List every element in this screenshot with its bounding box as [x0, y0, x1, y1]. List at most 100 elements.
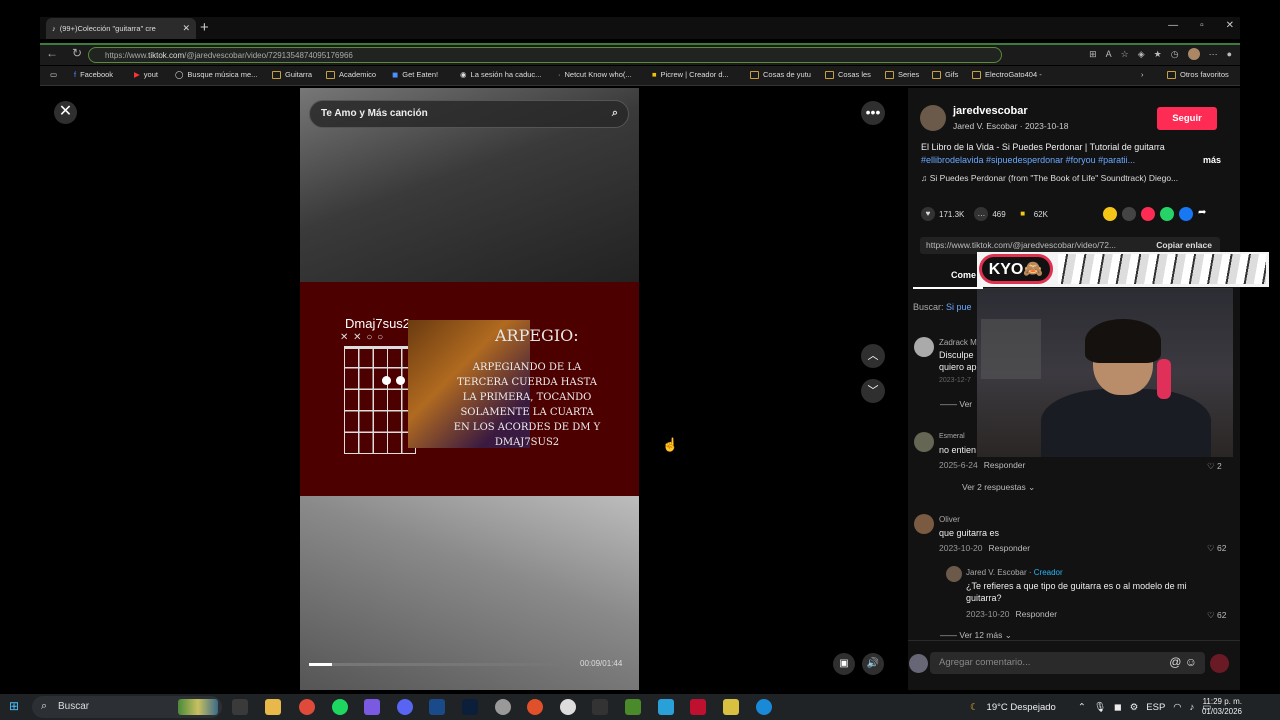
- extensions-icon[interactable]: ◈: [1138, 49, 1145, 60]
- bookmarks-chevron-icon[interactable]: ›: [1141, 70, 1144, 79]
- bookmark-youtube[interactable]: ▶ yout: [134, 70, 158, 79]
- app-icon[interactable]: [658, 699, 674, 715]
- new-tab-button[interactable]: +: [200, 19, 209, 37]
- star-icon[interactable]: ☆: [1121, 49, 1129, 60]
- floating-player-button[interactable]: ▣: [833, 653, 855, 675]
- author-username[interactable]: jaredvescobar: [953, 105, 1028, 117]
- taskbar-search[interactable]: ⌕ Buscar: [32, 696, 222, 718]
- next-video-button[interactable]: ﹀: [861, 379, 885, 403]
- tray-app-icon[interactable]: ◼: [1114, 702, 1122, 713]
- minecraft-icon[interactable]: [625, 699, 641, 715]
- chrome-icon[interactable]: [299, 699, 315, 715]
- author-avatar[interactable]: [920, 105, 946, 131]
- bookmark-electrogato[interactable]: ElectroGato404 -: [972, 70, 1042, 79]
- language-indicator[interactable]: ESP: [1146, 702, 1165, 713]
- task-view-icon[interactable]: [232, 699, 248, 715]
- follow-button[interactable]: Seguir: [1157, 107, 1217, 130]
- weather-text[interactable]: 19°C Despejado: [987, 702, 1056, 713]
- firefox-icon[interactable]: [527, 699, 543, 715]
- comment-stat[interactable]: … 469: [974, 207, 1006, 221]
- bookmark-guitarra[interactable]: Guitarra: [272, 70, 312, 79]
- more-options-button[interactable]: •••: [861, 101, 885, 125]
- commenter-avatar[interactable]: [914, 432, 934, 452]
- bookmark-gifs[interactable]: Gifs: [932, 70, 958, 79]
- reply-author[interactable]: Jared V. Escobar · Creador: [966, 568, 1063, 577]
- app-icon[interactable]: [560, 699, 576, 715]
- bookmark-otros-favoritos[interactable]: Otros favoritos: [1167, 70, 1229, 79]
- video-search-bar[interactable]: Te Amo y Más canción ⌕: [309, 100, 629, 128]
- bookmark-academico[interactable]: Academico: [326, 70, 376, 79]
- bookmark-facebook[interactable]: f Facebook: [74, 70, 113, 79]
- mic-icon[interactable]: 🎙: [1094, 702, 1106, 713]
- comment-username[interactable]: Oliver: [939, 515, 960, 524]
- commenter-avatar[interactable]: [914, 514, 934, 534]
- copilot-icon[interactable]: ●: [1227, 49, 1232, 59]
- maximize-button[interactable]: ▫: [1200, 20, 1204, 31]
- search-icon[interactable]: ⌕: [612, 107, 618, 120]
- share-arrow-icon[interactable]: ➦: [1198, 207, 1212, 221]
- add-comment-input[interactable]: Agregar comentario... @ ☺: [930, 652, 1205, 674]
- file-explorer-icon[interactable]: [265, 699, 281, 715]
- windows-start-icon[interactable]: ⊞: [9, 699, 19, 713]
- minimize-button[interactable]: —: [1168, 20, 1178, 31]
- creator-avatar[interactable]: [946, 566, 962, 582]
- mention-emoji-icons[interactable]: @ ☺: [1169, 655, 1197, 669]
- tray-chevron-icon[interactable]: ⌃: [1078, 702, 1086, 713]
- coin-icon[interactable]: [1103, 207, 1117, 221]
- settings-icon[interactable]: ⚙: [1130, 702, 1139, 713]
- bookmark-picrew[interactable]: ■ Picrew | Creador d...: [652, 70, 729, 79]
- bookmark-cosas-les[interactable]: Cosas les: [825, 70, 871, 79]
- volume-button[interactable]: 🔊: [862, 653, 884, 675]
- save-stat[interactable]: ■ 62K: [1016, 207, 1048, 221]
- app-icon[interactable]: [364, 699, 380, 715]
- reply-button[interactable]: Responder: [1015, 609, 1057, 619]
- bookmark-series[interactable]: Series: [885, 70, 919, 79]
- close-window-button[interactable]: ✕: [1226, 20, 1234, 31]
- bookmark-netcut[interactable]: · Netcut Know who(...: [558, 70, 632, 79]
- hashtags[interactable]: #ellibrodelavida #sipuedesperdonar #fory…: [921, 154, 1221, 167]
- extension-icon[interactable]: ⊞: [1089, 49, 1097, 60]
- valorant-icon[interactable]: [690, 699, 706, 715]
- menu-icon[interactable]: ⋯: [1209, 49, 1218, 60]
- spotify-icon[interactable]: [332, 699, 348, 715]
- view-replies[interactable]: Ver 2 respuestas ⌄: [962, 482, 1035, 493]
- app-icon[interactable]: [723, 699, 739, 715]
- taskbar-clock[interactable]: 11:29 p. m. 01/03/2026: [1202, 697, 1242, 717]
- browser-tab[interactable]: ♪ (99+)Colección "guitarra" cre ✕: [46, 18, 196, 39]
- reply-button[interactable]: Responder: [988, 543, 1030, 553]
- profile-avatar[interactable]: [1187, 48, 1200, 60]
- edge-icon[interactable]: [756, 699, 772, 715]
- bookmark-get-eaten[interactable]: ◼ Get Eaten!: [392, 70, 438, 79]
- comment-like[interactable]: ♡ 2: [1207, 461, 1222, 472]
- send-comment-button[interactable]: [1210, 654, 1229, 673]
- bookmark-yutu[interactable]: Cosas de yutu: [750, 70, 811, 79]
- back-icon[interactable]: ←: [46, 46, 58, 60]
- video-progress-bar[interactable]: [309, 663, 559, 666]
- address-bar[interactable]: https://www.tiktok.com/@jaredvescobar/vi…: [88, 47, 1002, 63]
- comment-username[interactable]: Zadrack M: [939, 338, 977, 347]
- bookmark-sesion[interactable]: ◉ La sesión ha caduc...: [460, 70, 541, 79]
- close-tab-icon[interactable]: ✕: [182, 23, 190, 34]
- music-info[interactable]: ♫ Si Puedes Perdonar (from "The Book of …: [921, 173, 1178, 183]
- discord-icon[interactable]: [397, 699, 413, 715]
- view-replies[interactable]: —— Ver: [940, 399, 972, 409]
- send-icon[interactable]: [1141, 207, 1155, 221]
- wifi-icon[interactable]: ◠: [1173, 702, 1181, 713]
- speaker-icon[interactable]: ♪: [1190, 702, 1195, 713]
- reply-button[interactable]: Responder: [984, 460, 1026, 470]
- copy-link-button[interactable]: Copiar enlace: [1156, 240, 1212, 250]
- photoshop-icon[interactable]: [462, 699, 478, 715]
- comment-search[interactable]: Buscar: Si pue: [913, 302, 972, 312]
- close-video-button[interactable]: ✕: [54, 101, 77, 124]
- tab-actions-icon[interactable]: ▭: [50, 70, 57, 79]
- bookmark-music[interactable]: ◯ Busque música me...: [175, 70, 257, 79]
- reply-like[interactable]: ♡ 62: [1207, 610, 1226, 621]
- obs-icon[interactable]: [495, 699, 511, 715]
- translate-icon[interactable]: A: [1106, 49, 1112, 59]
- favorites-icon[interactable]: ★: [1154, 49, 1162, 60]
- like-stat[interactable]: ♥ 171.3K: [921, 207, 964, 221]
- commenter-avatar[interactable]: [914, 337, 934, 357]
- vegas-icon[interactable]: [429, 699, 445, 715]
- comment-username[interactable]: Esmeral: [939, 433, 965, 440]
- history-icon[interactable]: ◷: [1171, 49, 1179, 60]
